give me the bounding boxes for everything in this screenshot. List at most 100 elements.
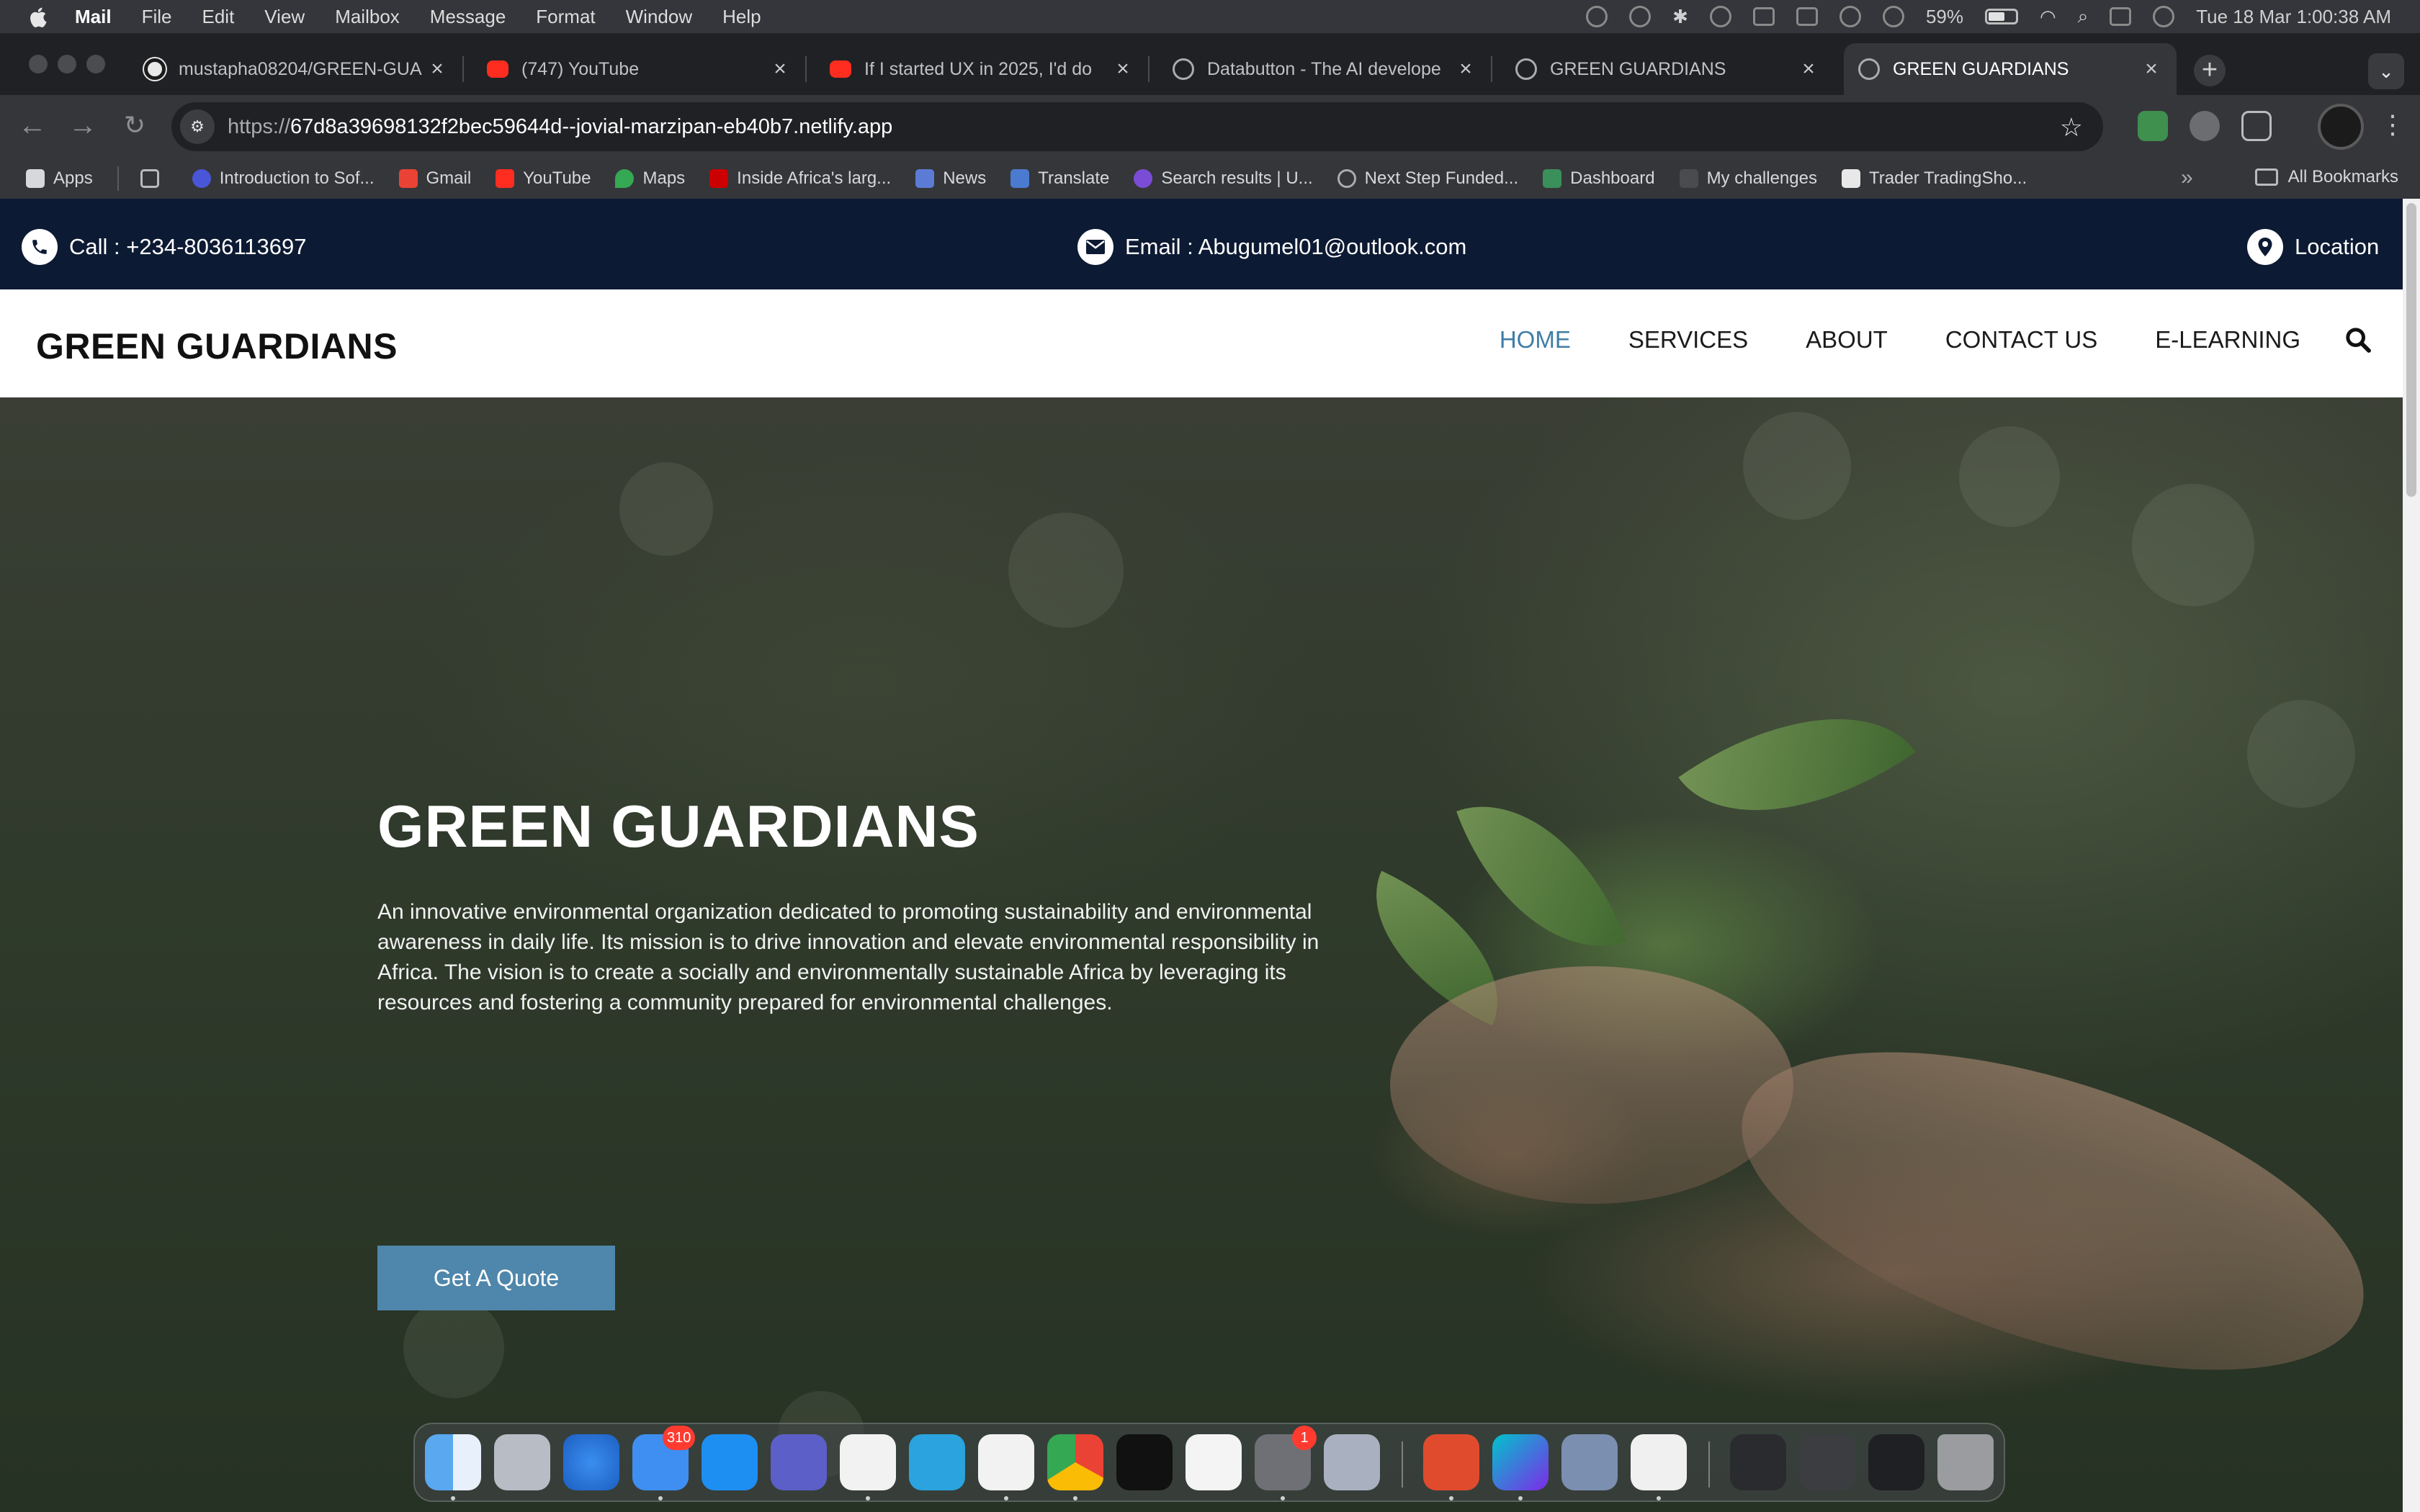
menu-message[interactable]: Message bbox=[430, 6, 506, 28]
tab-search-chevron-icon[interactable]: ⌄ bbox=[2368, 53, 2404, 89]
preview-icon[interactable] bbox=[1561, 1434, 1618, 1490]
spotlight-search-icon[interactable]: ⌕ bbox=[2078, 5, 2089, 28]
browser-tab-active[interactable]: GREEN GUARDIANS × bbox=[1844, 43, 2177, 95]
browser-tab[interactable]: Databutton - The AI develope × bbox=[1158, 43, 1492, 95]
bookmark-item[interactable]: Next Step Funded... bbox=[1337, 168, 1518, 189]
app-store-icon[interactable] bbox=[702, 1434, 758, 1490]
extension-icon[interactable] bbox=[2138, 111, 2168, 141]
close-tab-icon[interactable]: × bbox=[1455, 57, 1476, 81]
menu-mailbox[interactable]: Mailbox bbox=[335, 6, 400, 28]
bluetooth-icon[interactable]: ✱ bbox=[1672, 6, 1688, 28]
call-info[interactable]: Call : +234-8036113697 bbox=[22, 229, 307, 265]
airplay-icon[interactable] bbox=[1709, 6, 1731, 27]
menu-edit[interactable]: Edit bbox=[202, 6, 234, 28]
browser-menu-icon[interactable]: ⋮ bbox=[2380, 109, 2406, 140]
close-window-button[interactable] bbox=[29, 55, 48, 73]
text-editor-icon[interactable] bbox=[1186, 1434, 1242, 1490]
slack-icon[interactable] bbox=[1631, 1434, 1687, 1490]
reload-icon[interactable]: ↻ bbox=[118, 109, 151, 143]
terminal-icon[interactable] bbox=[1116, 1434, 1173, 1490]
bookmark-item[interactable]: Translate bbox=[1010, 168, 1109, 189]
get-a-quote-button[interactable]: Get A Quote bbox=[377, 1246, 615, 1310]
brave-icon[interactable] bbox=[978, 1434, 1034, 1490]
email-info[interactable]: Email : Abugumel01@outlook.com bbox=[1077, 229, 1466, 265]
bookmark-item[interactable]: My challenges bbox=[1679, 168, 1817, 189]
extension-icon[interactable] bbox=[2190, 111, 2220, 141]
wps-office-icon[interactable] bbox=[1423, 1434, 1479, 1490]
control-center-icon[interactable] bbox=[2110, 7, 2132, 26]
browser-tab[interactable]: (747) YouTube × bbox=[472, 43, 807, 95]
back-arrow-icon[interactable]: ← bbox=[16, 109, 49, 143]
utilities-gear-icon[interactable] bbox=[1324, 1434, 1380, 1490]
bookmark-apps[interactable]: Apps bbox=[26, 168, 93, 189]
bookmark-grid[interactable] bbox=[140, 169, 168, 188]
chrome-icon[interactable] bbox=[1047, 1434, 1103, 1490]
browser-tab[interactable]: If I started UX in 2025, I'd do × bbox=[815, 43, 1150, 95]
apple-logo-icon[interactable] bbox=[26, 4, 50, 30]
close-tab-icon[interactable]: × bbox=[1798, 57, 1819, 81]
profile-avatar[interactable] bbox=[2318, 104, 2364, 150]
all-bookmarks-button[interactable]: All Bookmarks bbox=[2254, 167, 2398, 187]
bookmark-item[interactable]: Trader TradingSho... bbox=[1841, 168, 2027, 189]
status-item-icon[interactable] bbox=[1586, 6, 1608, 27]
url-text[interactable]: https://67d8a39698132f2bec59644d--jovial… bbox=[228, 115, 892, 139]
search-icon[interactable] bbox=[2344, 325, 2372, 354]
canva-icon[interactable] bbox=[1492, 1434, 1549, 1490]
menu-view[interactable]: View bbox=[264, 6, 305, 28]
site-brand-logo[interactable]: GREEN GUARDIANS bbox=[36, 325, 398, 367]
nav-contact-us[interactable]: CONTACT US bbox=[1945, 326, 2097, 354]
headphones-icon[interactable] bbox=[1629, 6, 1652, 27]
minimized-window-icon[interactable] bbox=[1730, 1434, 1786, 1490]
screenshot-stack-icon[interactable] bbox=[1868, 1434, 1924, 1490]
nav-services[interactable]: SERVICES bbox=[1628, 326, 1748, 354]
nav-home[interactable]: HOME bbox=[1500, 326, 1571, 354]
forward-arrow-icon[interactable]: → bbox=[66, 109, 99, 143]
menu-file[interactable]: File bbox=[142, 6, 172, 28]
vscode-icon[interactable] bbox=[840, 1434, 896, 1490]
zoom-window-button[interactable] bbox=[86, 55, 105, 73]
bookmark-item[interactable]: Inside Africa's larg... bbox=[709, 168, 891, 189]
nav-about[interactable]: ABOUT bbox=[1806, 326, 1888, 354]
browser-tab[interactable]: mustapha08204/GREEN-GUA × bbox=[130, 43, 464, 95]
menu-app-mail[interactable]: Mail bbox=[75, 6, 112, 28]
bookmark-star-icon[interactable]: ☆ bbox=[2060, 112, 2083, 143]
window-icon[interactable] bbox=[1796, 7, 1818, 26]
minimize-window-button[interactable] bbox=[58, 55, 76, 73]
finder-icon[interactable] bbox=[425, 1434, 481, 1490]
wifi-icon[interactable]: ◠ bbox=[2040, 6, 2056, 28]
bookmark-item[interactable]: Maps bbox=[615, 168, 685, 189]
nav-e-learning[interactable]: E-LEARNING bbox=[2155, 326, 2300, 354]
close-tab-icon[interactable]: × bbox=[426, 57, 448, 81]
play-icon[interactable] bbox=[1839, 6, 1861, 27]
bookmark-item[interactable]: YouTube bbox=[496, 168, 591, 189]
page-scrollbar[interactable] bbox=[2403, 199, 2420, 1512]
siri-icon[interactable] bbox=[2153, 6, 2175, 27]
address-bar[interactable]: ⚙ https://67d8a39698132f2bec59644d--jovi… bbox=[171, 102, 2103, 151]
safari-icon[interactable] bbox=[563, 1434, 619, 1490]
bookmark-item[interactable]: Dashboard bbox=[1543, 168, 1655, 189]
downloads-stack-icon[interactable] bbox=[1799, 1434, 1855, 1490]
bookmark-item[interactable]: Search results | U... bbox=[1134, 168, 1313, 189]
close-tab-icon[interactable]: × bbox=[2141, 57, 2162, 81]
location-info[interactable]: Location bbox=[2247, 229, 2379, 265]
menu-help[interactable]: Help bbox=[722, 6, 761, 28]
site-settings-icon[interactable]: ⚙ bbox=[180, 109, 215, 144]
bookmark-item[interactable]: Introduction to Sof... bbox=[192, 168, 375, 189]
bookmark-item[interactable]: News bbox=[915, 168, 986, 189]
menu-window[interactable]: Window bbox=[626, 6, 692, 28]
battery-icon[interactable] bbox=[1985, 9, 2018, 24]
menu-format[interactable]: Format bbox=[536, 6, 595, 28]
bookmark-item[interactable]: Gmail bbox=[398, 168, 471, 189]
scrollbar-thumb[interactable] bbox=[2406, 203, 2416, 497]
text-input-icon[interactable] bbox=[1752, 7, 1775, 26]
new-tab-button[interactable]: + bbox=[2194, 55, 2226, 86]
teams-icon[interactable] bbox=[771, 1434, 827, 1490]
menubar-clock[interactable]: Tue 18 Mar 1:00:38 AM bbox=[2196, 6, 2391, 28]
extensions-puzzle-icon[interactable] bbox=[2241, 111, 2272, 141]
user-icon[interactable] bbox=[1882, 6, 1904, 27]
trash-icon[interactable] bbox=[1937, 1434, 1994, 1490]
telegram-icon[interactable] bbox=[909, 1434, 965, 1490]
close-tab-icon[interactable]: × bbox=[769, 57, 791, 81]
launchpad-icon[interactable] bbox=[494, 1434, 550, 1490]
more-bookmarks-chevron-icon[interactable]: » bbox=[2181, 166, 2193, 190]
